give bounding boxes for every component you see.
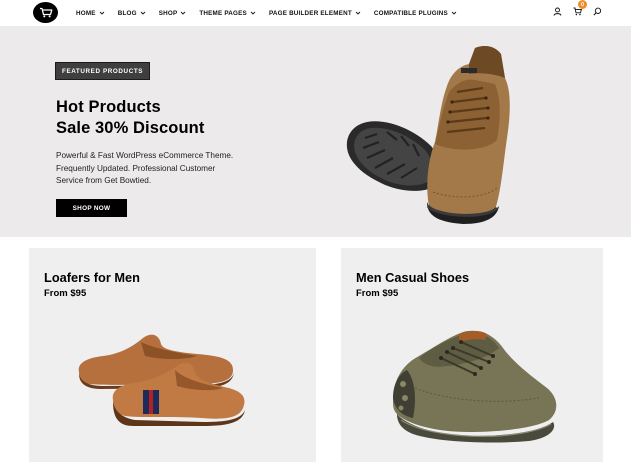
- hero-banner: FEATURED PRODUCTS Hot Products Sale 30% …: [0, 26, 631, 237]
- cart-logo-icon: [39, 7, 52, 18]
- nav-blog[interactable]: BLOG: [118, 10, 146, 17]
- cart-button[interactable]: 0: [571, 0, 587, 17]
- shop-now-button[interactable]: SHOP NOW: [56, 199, 127, 217]
- card-title: Men Casual Shoes: [356, 270, 470, 285]
- nav-compatible-plugins-label: COMPATIBLE PLUGINS: [373, 9, 448, 17]
- front-boot: [426, 46, 510, 224]
- user-icon: [553, 7, 561, 16]
- product-card-casual[interactable]: Men Casual Shoes From $95: [341, 248, 603, 462]
- nav-shop[interactable]: SHOP: [159, 10, 187, 17]
- hero-desc-line1: Powerful & Fast WordPress eCommerce Them…: [56, 151, 234, 160]
- chevron-down-icon: [99, 11, 105, 15]
- back-shoe-sole: [346, 121, 442, 191]
- hero-boot-image: [346, 46, 510, 224]
- nav-page-builder[interactable]: PAGE BUILDER ELEMENT: [269, 10, 361, 17]
- card-title: Loafers for Men: [44, 270, 140, 285]
- header-icons: 0: [543, 0, 603, 17]
- hero-description: Powerful & Fast WordPress eCommerce Them…: [56, 150, 256, 188]
- hero-desc-line2: Frequently Updated. Professional Custome…: [56, 163, 216, 173]
- cart-count-badge: 0: [578, 0, 587, 9]
- nav-page-builder-label: PAGE BUILDER ELEMENT: [268, 9, 352, 17]
- site-header: HOME BLOG SHOP THEME PAGES PAGE BUILDER …: [0, 0, 631, 26]
- card-price: From $95: [356, 288, 399, 299]
- featured-badge: FEATURED PRODUCTS: [55, 62, 151, 80]
- hero-title: Hot Products Sale 30% Discount: [56, 97, 204, 139]
- nav-shop-label: SHOP: [158, 9, 178, 17]
- nav-theme-pages[interactable]: THEME PAGES: [199, 10, 256, 17]
- loafers-image: [78, 334, 245, 426]
- hero-title-line2: Sale 30% Discount: [56, 119, 205, 137]
- main-nav: HOME BLOG SHOP THEME PAGES PAGE BUILDER …: [76, 0, 470, 26]
- nav-home-label: HOME: [76, 9, 96, 17]
- search-button[interactable]: [591, 5, 603, 17]
- logo[interactable]: [33, 2, 58, 23]
- product-card-loafers[interactable]: Loafers for Men From $95: [29, 248, 316, 462]
- search-icon: [592, 7, 601, 16]
- nav-theme-pages-label: THEME PAGES: [199, 9, 247, 17]
- chevron-down-icon: [355, 11, 361, 15]
- account-button[interactable]: [551, 5, 563, 17]
- nav-home[interactable]: HOME: [76, 10, 105, 17]
- nav-compatible-plugins[interactable]: COMPATIBLE PLUGINS: [374, 10, 457, 17]
- hero-title-line1: Hot Products: [56, 98, 161, 116]
- casual-shoe-image: [393, 330, 557, 443]
- chevron-down-icon: [250, 11, 256, 15]
- chevron-down-icon: [451, 11, 457, 15]
- hero-desc-line3: Service from Get Bowtied.: [56, 176, 152, 185]
- card-price: From $95: [44, 288, 87, 299]
- chevron-down-icon: [181, 11, 186, 15]
- nav-blog-label: BLOG: [117, 9, 137, 17]
- chevron-down-icon: [140, 11, 146, 15]
